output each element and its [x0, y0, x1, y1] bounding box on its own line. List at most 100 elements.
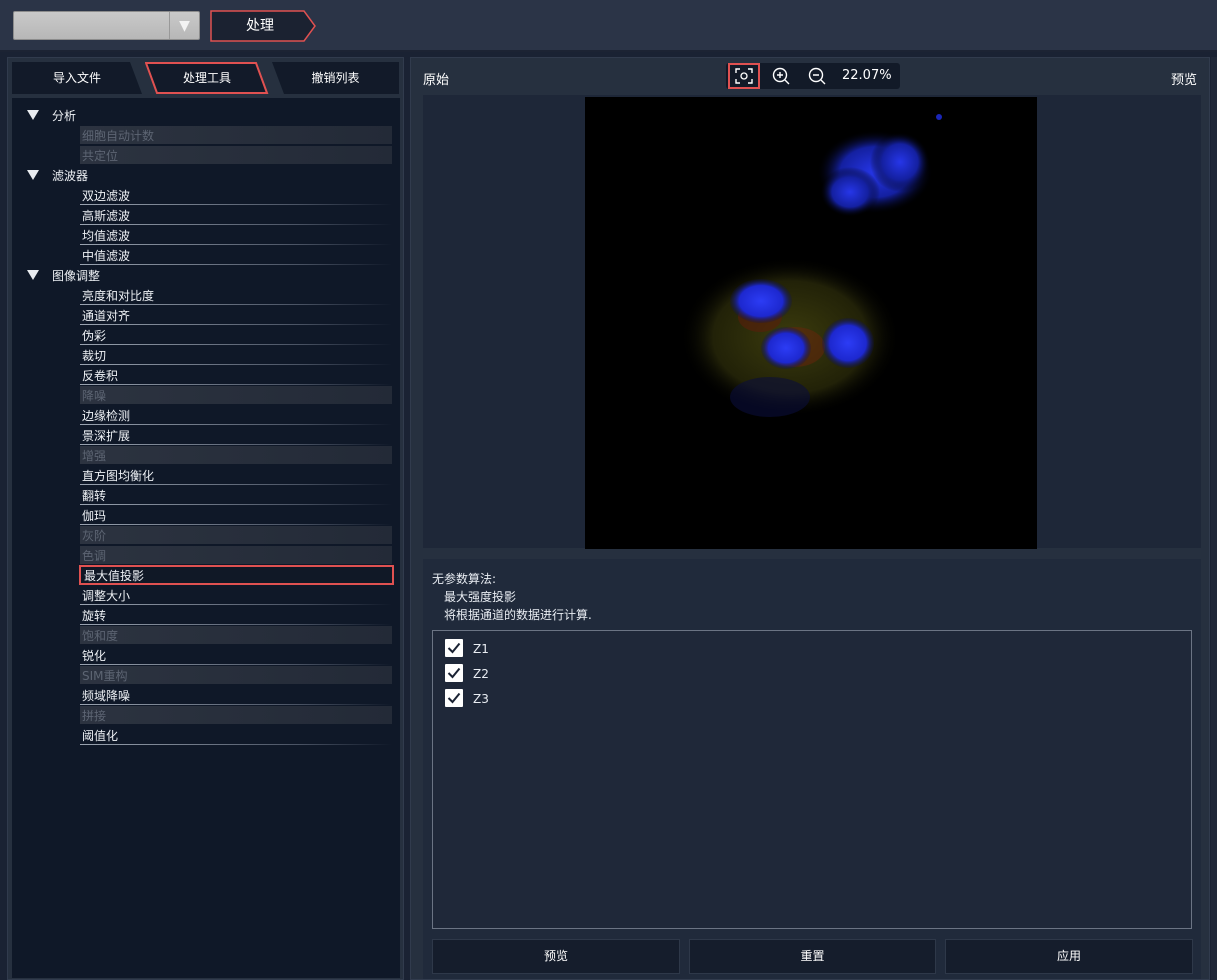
tree-label: 拼接	[82, 709, 107, 723]
tree-item[interactable]: 频域降噪	[12, 685, 400, 705]
check-icon	[447, 667, 461, 679]
disabled-background	[80, 386, 392, 404]
image-viewer[interactable]	[423, 95, 1201, 549]
tree-item[interactable]: 均值滤波	[12, 225, 400, 245]
expand-triangle-icon[interactable]	[27, 110, 39, 120]
tree-item[interactable]: 调整大小	[12, 585, 400, 605]
tree-item[interactable]: 直方图均衡化	[12, 465, 400, 485]
preview-button[interactable]: 预览	[432, 939, 680, 974]
tree-label: 色调	[82, 549, 107, 563]
tree-label: 伪彩	[82, 329, 107, 343]
tree-label: 调整大小	[82, 589, 131, 603]
tree-item[interactable]: 反卷积	[12, 365, 400, 385]
top-toolbar: ▼ 处理	[0, 0, 1217, 52]
zoom-level: 22.07%	[842, 68, 892, 83]
info-title: 无参数算法:	[432, 572, 497, 586]
row-divider	[80, 744, 392, 745]
check-icon	[447, 692, 461, 704]
tab-undo-list[interactable]: 撤销列表	[272, 62, 399, 94]
tree-item[interactable]: 细胞自动计数	[12, 125, 400, 145]
tab-import-files[interactable]: 导入文件	[12, 62, 142, 94]
microscopy-image[interactable]	[585, 97, 1037, 549]
tree-label: 滤波器	[52, 169, 89, 183]
tree-label: 反卷积	[82, 369, 119, 383]
apply-button[interactable]: 应用	[945, 939, 1193, 974]
tree-label: 降噪	[82, 389, 107, 403]
tree-label: 最大值投影	[84, 569, 145, 583]
tree-item[interactable]: 降噪	[12, 385, 400, 405]
tree-label: 景深扩展	[82, 429, 131, 443]
tree-label: 均值滤波	[82, 229, 131, 243]
tab-undo-list-label: 撤销列表	[311, 71, 360, 85]
tree-item[interactable]: 通道对齐	[12, 305, 400, 325]
tree-label: 亮度和对比度	[82, 289, 155, 303]
tree-item[interactable]: 景深扩展	[12, 425, 400, 445]
tree-label: 锐化	[82, 649, 107, 663]
tree-item[interactable]: 伪彩	[12, 325, 400, 345]
tree-item[interactable]: 阈值化	[12, 725, 400, 745]
zoom-out-button[interactable]	[802, 63, 832, 89]
right-panel: 原始 预览 22.07% 无参数算法: 最大强度投影 将根据通道的数据进行计算.…	[410, 57, 1210, 980]
tree-item[interactable]: 亮度和对比度	[12, 285, 400, 305]
tree-item[interactable]: 裁切	[12, 345, 400, 365]
chevron-down-icon[interactable]: ▼	[169, 12, 199, 39]
fit-screen-button[interactable]	[728, 63, 760, 89]
tab-processing-tools-label: 处理工具	[182, 71, 231, 85]
fit-screen-icon	[735, 68, 753, 84]
tree-item-selected[interactable]: 最大值投影	[12, 565, 400, 585]
tree-item[interactable]: SIM重构	[12, 665, 400, 685]
tree-item[interactable]: 饱和度	[12, 625, 400, 645]
checkbox-z2[interactable]	[445, 664, 463, 682]
checkbox-z3[interactable]	[445, 689, 463, 707]
tree-item[interactable]: 旋转	[12, 605, 400, 625]
tree-item[interactable]: 拼接	[12, 705, 400, 725]
tree-label: 频域降噪	[82, 689, 131, 703]
tree-item[interactable]: 色调	[12, 545, 400, 565]
tab-processing-tools[interactable]: 处理工具	[145, 62, 269, 94]
tree-label: 伽玛	[82, 509, 107, 523]
preview-label: 预览	[1170, 73, 1197, 88]
tree-label: 直方图均衡化	[82, 469, 155, 483]
breadcrumb-label: 处理	[246, 18, 274, 34]
right-edge-panel	[1211, 57, 1217, 980]
disabled-background	[80, 446, 392, 464]
tree-item[interactable]: 双边滤波	[12, 185, 400, 205]
expand-triangle-icon[interactable]	[27, 270, 39, 280]
tool-tree: 分析细胞自动计数 共定位滤波器双边滤波 高斯滤波均值滤波中值滤波图像调整亮度和对比度…	[12, 98, 400, 978]
disabled-background	[80, 546, 392, 564]
tree-item[interactable]: 翻转	[12, 485, 400, 505]
channel-label: Z3	[473, 692, 489, 706]
tree-item[interactable]: 伽玛	[12, 505, 400, 525]
parameter-panel: 无参数算法: 最大强度投影 将根据通道的数据进行计算. Z1 Z2 Z3 预览 …	[423, 559, 1201, 979]
breadcrumb-process[interactable]: 处理	[210, 10, 316, 42]
tab-import-files-label: 导入文件	[52, 71, 101, 85]
tree-label: 共定位	[82, 149, 119, 163]
disabled-background	[80, 526, 392, 544]
disabled-background	[80, 706, 392, 724]
tree-label: 图像调整	[52, 269, 101, 283]
left-tabs: 导入文件 处理工具 撤销列表	[8, 58, 403, 98]
tree-item[interactable]: 锐化	[12, 645, 400, 665]
channel-label: Z1	[473, 642, 489, 656]
disabled-background	[80, 146, 392, 164]
tree-item[interactable]: 中值滤波	[12, 245, 400, 265]
file-dropdown[interactable]: ▼	[13, 11, 200, 40]
check-icon	[447, 642, 461, 654]
checkbox-z1[interactable]	[445, 639, 463, 657]
tree-label: 细胞自动计数	[82, 129, 155, 143]
channel-label: Z2	[473, 667, 489, 681]
tree-item[interactable]: 增强	[12, 445, 400, 465]
tree-category[interactable]: 滤波器	[12, 165, 400, 185]
zoom-out-icon	[808, 67, 826, 85]
tree-category[interactable]: 分析	[12, 105, 400, 125]
tree-category[interactable]: 图像调整	[12, 265, 400, 285]
tree-item[interactable]: 灰阶	[12, 525, 400, 545]
expand-triangle-icon[interactable]	[27, 170, 39, 180]
tree-item[interactable]: 共定位	[12, 145, 400, 165]
tree-item[interactable]: 边缘检测	[12, 405, 400, 425]
tree-label: 旋转	[82, 609, 107, 623]
tree-item[interactable]: 高斯滤波	[12, 205, 400, 225]
algorithm-description: 将根据通道的数据进行计算.	[444, 608, 592, 622]
reset-button[interactable]: 重置	[689, 939, 936, 974]
zoom-in-button[interactable]	[766, 63, 796, 89]
